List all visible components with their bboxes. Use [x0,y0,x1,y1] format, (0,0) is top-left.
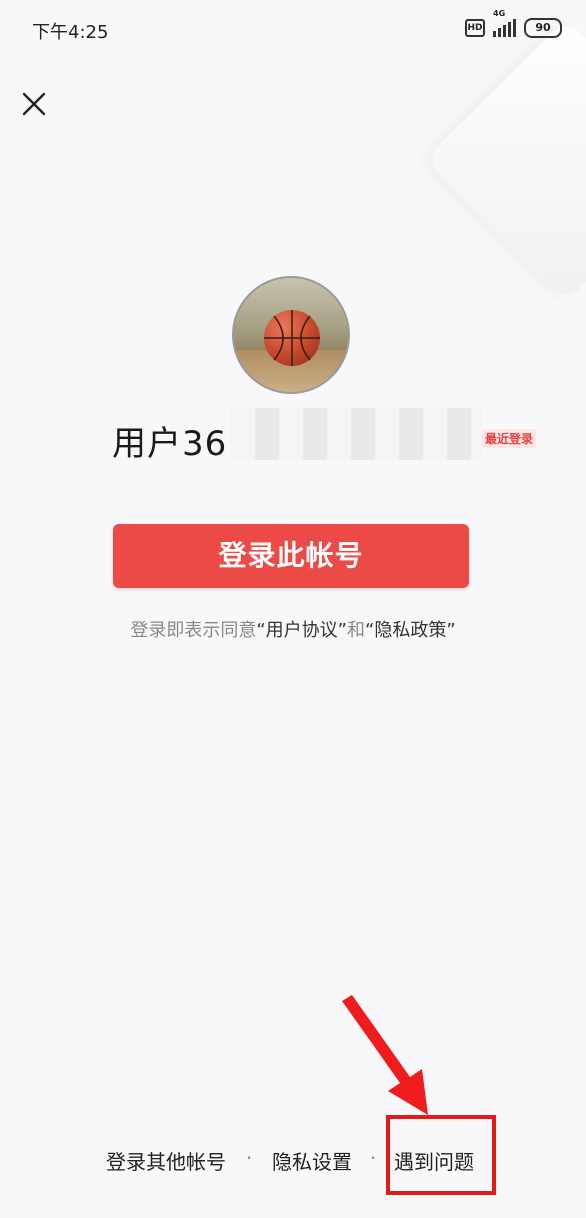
privacy-settings-link[interactable]: 隐私设置 [272,1146,352,1175]
close-icon [22,92,46,116]
agreement-text: 登录即表示同意“用户协议”和“隐私政策” [0,616,586,642]
user-agreement-link[interactable]: “用户协议” [256,620,347,641]
network-type: 4G [493,9,506,18]
agreement-prefix: 登录即表示同意 [130,620,257,641]
decorative-shape [424,18,586,302]
login-screen: 下午4:25 HD 4G 90 用户36 最近登录 登录此帐号 登录即表示同意“… [0,0,586,1218]
agreement-and: 和 [347,620,365,641]
privacy-policy-link[interactable]: “隐私政策” [365,620,456,641]
bottom-links: 登录其他帐号 · 隐私设置 · 遇到问题 [0,1146,586,1176]
battery-icon: 90 [524,18,562,38]
username: 用户36 [112,423,228,464]
status-time: 下午4:25 [32,22,109,43]
avatar [232,276,350,394]
basketball-icon [264,310,320,366]
username-redaction [231,408,481,460]
recent-login-badge: 最近登录 [482,429,537,448]
separator-dot: · [370,1146,377,1170]
separator-dot: · [246,1146,253,1170]
annotation-highlight-box [386,1115,496,1195]
signal-icon: 4G [493,9,516,37]
close-button[interactable] [16,86,52,122]
hd-icon: HD [465,19,485,37]
login-other-account-link[interactable]: 登录其他帐号 [106,1146,226,1175]
status-icons: HD 4G 90 [465,9,562,38]
username-row: 用户36 [112,416,227,464]
login-this-account-button[interactable]: 登录此帐号 [113,524,469,588]
status-bar: 下午4:25 HD 4G 90 [0,0,586,60]
annotation-arrow-icon [342,995,428,1115]
